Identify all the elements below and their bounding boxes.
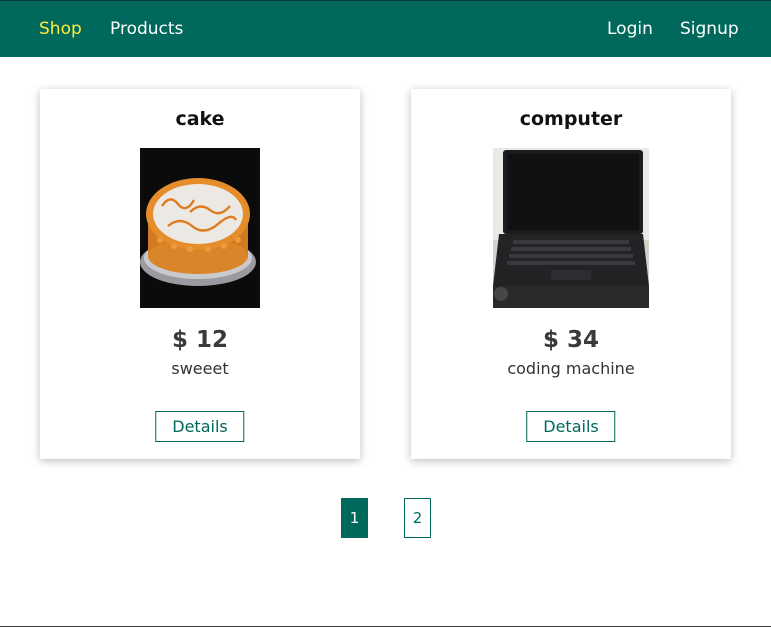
product-description: coding machine [507, 359, 635, 378]
page-button-1[interactable]: 1 [341, 498, 368, 538]
page: Shop Products Login Signup cake $ 12 swe… [0, 0, 771, 627]
product-price: $ 34 [542, 327, 600, 353]
product-title: cake [175, 108, 225, 130]
product-price: $ 12 [171, 327, 229, 353]
product-image [140, 148, 260, 308]
product-description: sweeet [171, 359, 229, 378]
details-button[interactable]: Details [526, 411, 616, 442]
nav-products-link[interactable]: Products [110, 19, 183, 39]
cake-photo-icon [140, 148, 260, 308]
product-image [493, 148, 649, 308]
laptop-photo-icon [493, 148, 649, 308]
product-title: computer [519, 108, 623, 130]
page-button-2[interactable]: 2 [404, 498, 431, 538]
nav-signup-link[interactable]: Signup [680, 19, 739, 39]
main-header: Shop Products Login Signup [0, 0, 771, 57]
product-card: computer $ 34 coding machine Details [411, 89, 731, 459]
product-card: cake $ 12 sweeet Details [40, 89, 360, 459]
nav-login-link[interactable]: Login [607, 19, 653, 39]
details-button[interactable]: Details [155, 411, 245, 442]
nav-shop-link[interactable]: Shop [39, 19, 82, 39]
